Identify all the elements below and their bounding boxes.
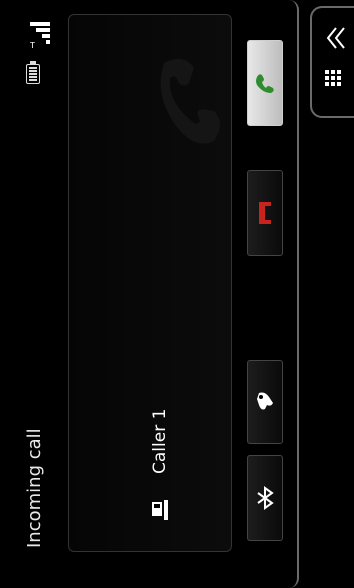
double-chevron-icon[interactable] xyxy=(326,26,346,50)
reject-call-button[interactable] xyxy=(247,170,283,256)
caller-name: Caller 1 xyxy=(150,408,170,474)
answer-phone-icon xyxy=(256,74,274,93)
silence-ringer-icon xyxy=(257,392,273,410)
call-status-title: Incoming call xyxy=(24,428,45,548)
answer-call-button[interactable] xyxy=(247,40,283,126)
silence-ringer-button[interactable] xyxy=(247,360,283,444)
call-screen: T Incoming call Caller 1 xyxy=(0,0,299,588)
bluetooth-button[interactable] xyxy=(247,455,283,541)
phone-watermark-icon xyxy=(160,59,220,144)
battery-icon xyxy=(26,61,40,84)
signal-icon: T xyxy=(29,22,50,50)
end-call-icon xyxy=(259,202,271,224)
svg-text:T: T xyxy=(29,41,35,50)
bluetooth-icon xyxy=(257,486,274,510)
caller-contact-icon xyxy=(152,500,168,520)
keypad-icon[interactable] xyxy=(325,70,345,90)
side-tab xyxy=(310,6,354,118)
